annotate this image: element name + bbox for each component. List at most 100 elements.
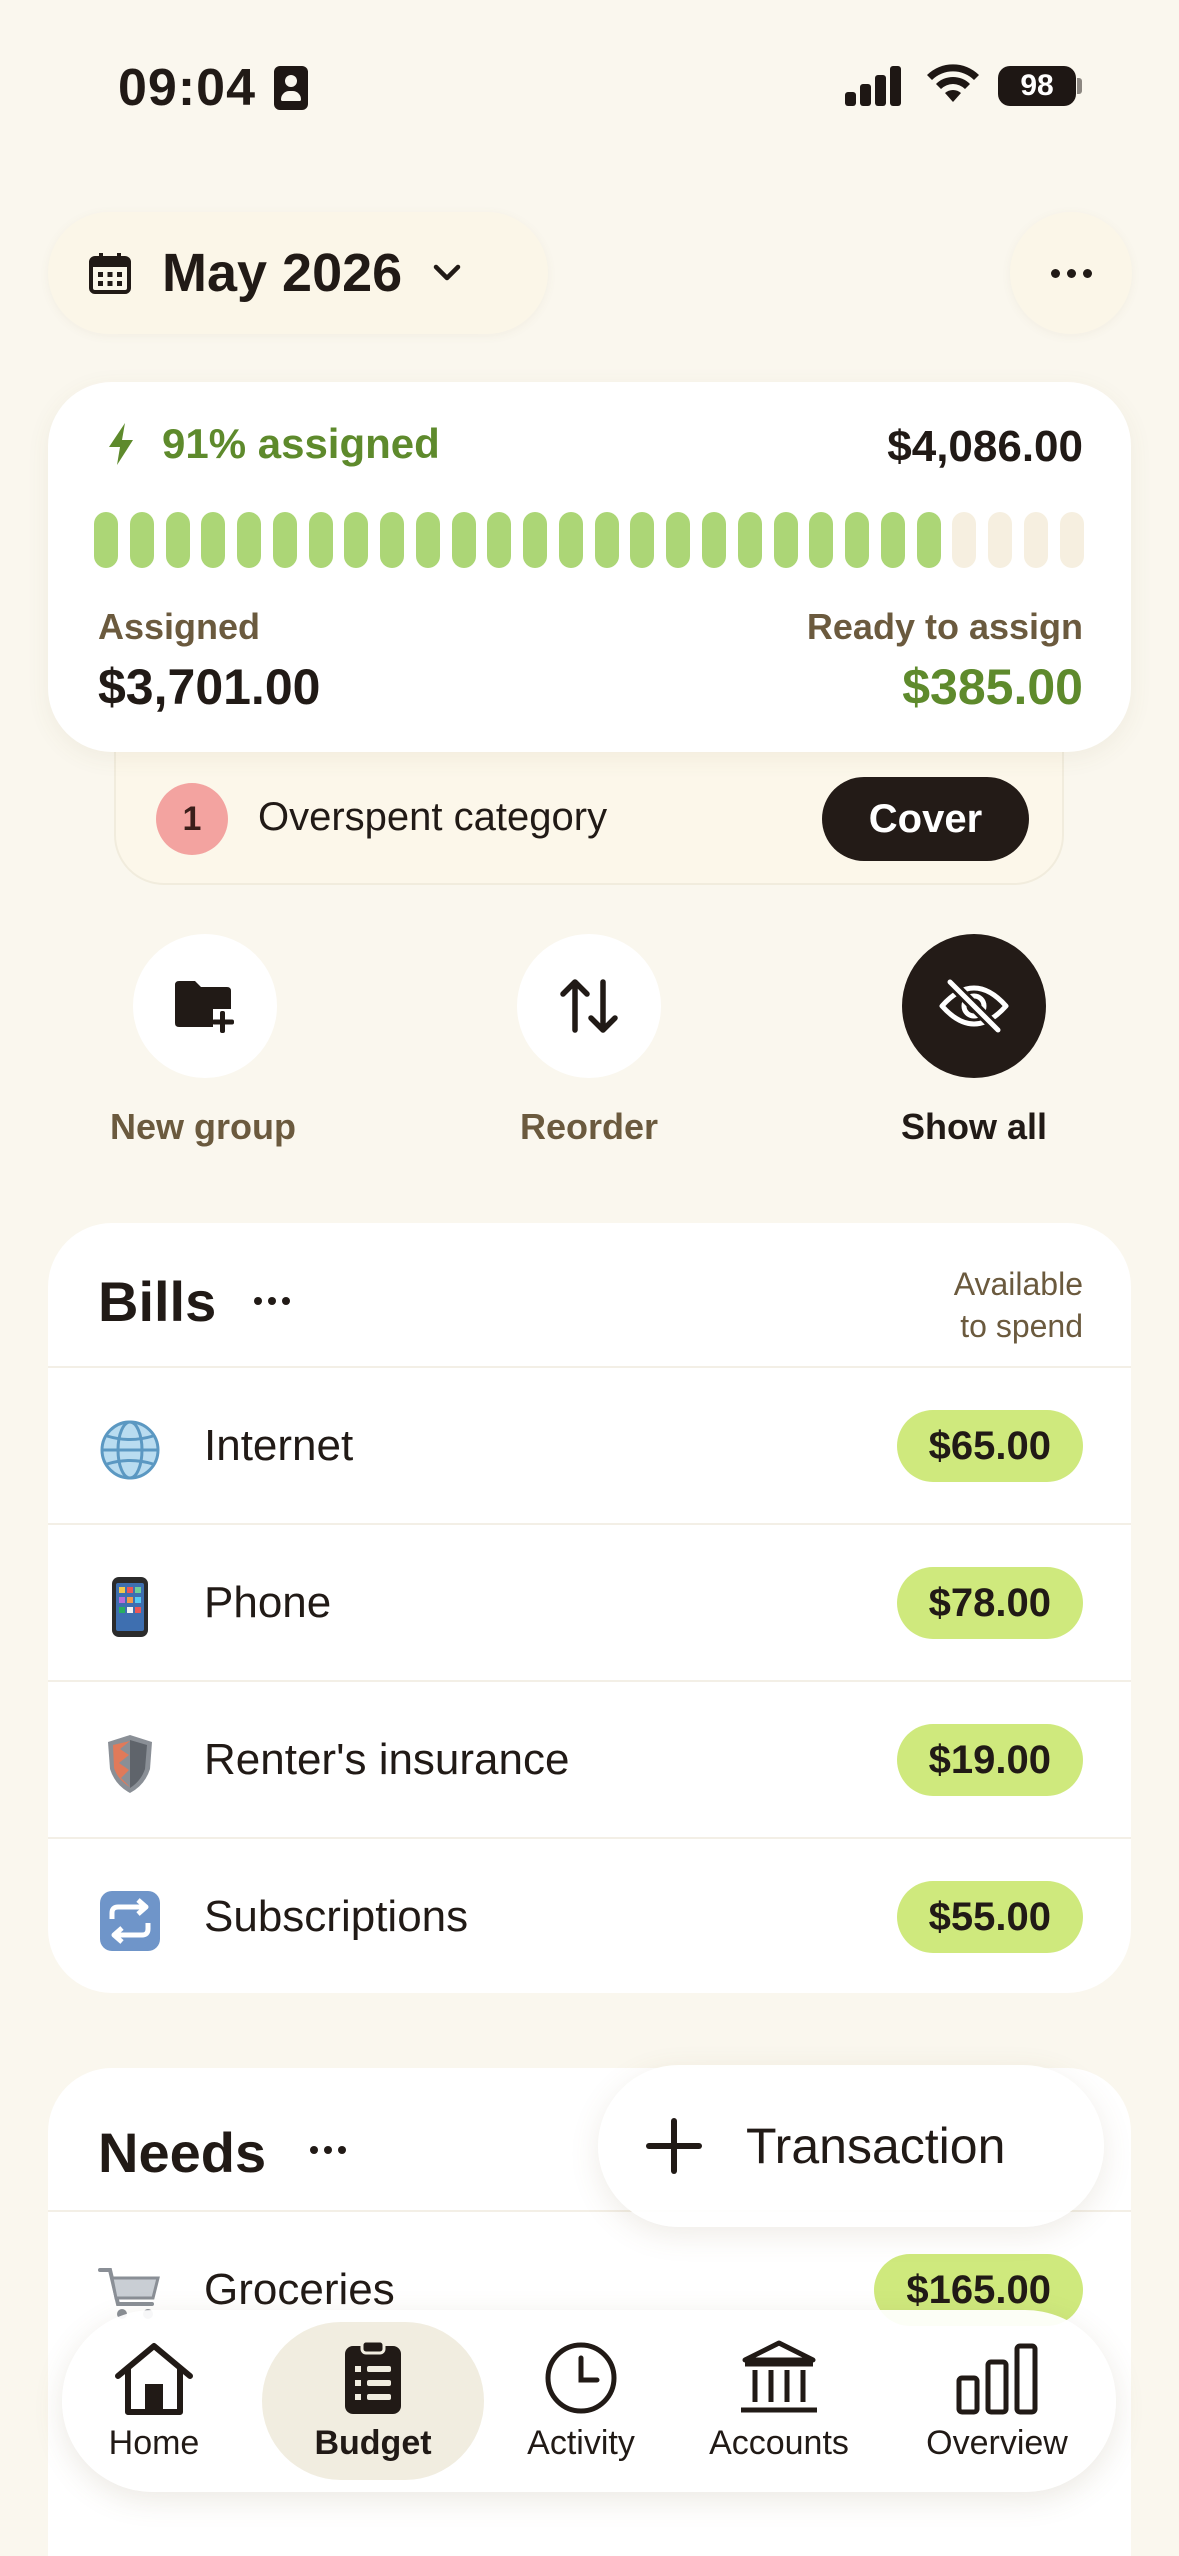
category-label: Internet — [204, 1421, 354, 1470]
signal-icon — [845, 64, 903, 106]
ready-to-assign-value: $385.00 — [902, 659, 1083, 715]
category-row-phone[interactable]: Phone $78.00 — [48, 1523, 1131, 1680]
bills-group-card: Bills Available to spend Internet $65.00 — [48, 1223, 1131, 1993]
category-label: Renter's insurance — [204, 1735, 570, 1784]
month-title: May 2026 — [162, 243, 403, 303]
progress-segment — [523, 512, 548, 568]
progress-segment — [558, 512, 583, 568]
more-icon — [1050, 268, 1060, 278]
ready-to-assign-label: Ready to assign — [806, 606, 1083, 647]
category-label: Groceries — [204, 2265, 395, 2314]
tab-home[interactable]: Home — [72, 2310, 236, 2492]
repeat-icon — [98, 1889, 162, 1953]
clipboard-icon — [345, 2340, 401, 2414]
progress-segment — [737, 512, 762, 568]
cover-button[interactable]: Cover — [822, 777, 1029, 861]
assigned-percentage: 91% assigned — [106, 420, 440, 468]
overspent-text: Overspent category — [258, 795, 608, 839]
assigned-label: Assigned — [98, 606, 261, 647]
overspent-count-badge: 1 — [156, 783, 228, 855]
tab-label: Overview — [926, 2424, 1068, 2462]
bills-more-icon[interactable] — [254, 1297, 290, 1305]
progress-segment — [415, 512, 440, 568]
bolt-icon — [109, 423, 133, 465]
progress-segment — [880, 512, 905, 568]
available-to-spend-header: Available to spend — [954, 1263, 1083, 1347]
progress-segment — [809, 512, 834, 568]
progress-segment — [380, 512, 405, 568]
add-transaction-button[interactable]: Transaction — [598, 2065, 1104, 2227]
tab-overview[interactable]: Overview — [888, 2310, 1106, 2492]
progress-segment — [201, 512, 226, 568]
chevron-down-icon — [433, 264, 461, 281]
category-row-renters-insurance[interactable]: Renter's insurance $19.00 — [48, 1680, 1131, 1837]
category-label: Subscriptions — [204, 1892, 469, 1941]
progress-segment — [451, 512, 476, 568]
status-time: 09:04 — [118, 59, 256, 117]
clock-icon — [545, 2342, 617, 2414]
month-selector[interactable]: May 2026 — [48, 212, 548, 334]
battery-nub — [1077, 78, 1082, 94]
tab-label: Budget — [314, 2424, 432, 2462]
progress-segment — [594, 512, 619, 568]
show-all-button[interactable] — [902, 934, 1046, 1078]
reorder-label: Reorder — [519, 1106, 659, 1147]
progress-segment — [129, 512, 154, 568]
new-group-label: New group — [110, 1106, 296, 1147]
progress-segment — [773, 512, 798, 568]
progress-segment — [845, 512, 870, 568]
available-amount[interactable]: $55.00 — [896, 1881, 1083, 1953]
battery-icon: 98 — [998, 66, 1076, 106]
tab-accounts[interactable]: Accounts — [674, 2310, 884, 2492]
shield-icon — [98, 1732, 162, 1796]
progress-segment — [988, 512, 1013, 568]
progress-segment — [630, 512, 655, 568]
globe-icon — [98, 1418, 162, 1482]
show-all-label: Show all — [900, 1106, 1048, 1147]
phone-icon — [98, 1575, 162, 1639]
tab-activity[interactable]: Activity — [488, 2310, 674, 2492]
category-row-internet[interactable]: Internet $65.00 — [48, 1366, 1131, 1523]
category-label: Phone — [204, 1578, 332, 1627]
progress-segment — [237, 512, 262, 568]
folder-plus-icon — [175, 981, 234, 1033]
tab-budget[interactable]: Budget — [262, 2322, 484, 2480]
sort-arrows-icon — [560, 979, 618, 1033]
progress-segment — [1023, 512, 1048, 568]
available-amount[interactable]: $78.00 — [896, 1567, 1083, 1639]
calendar-icon — [89, 253, 131, 294]
category-row-subscriptions[interactable]: Subscriptions $55.00 — [48, 1837, 1131, 1994]
progress-segment — [94, 512, 118, 568]
home-icon — [115, 2343, 193, 2415]
progress-segment — [702, 512, 727, 568]
plus-icon — [646, 2118, 702, 2174]
progress-segment — [308, 512, 333, 568]
id-card-icon — [274, 66, 308, 110]
tab-bar: Home Budget Activity Accounts Overview — [62, 2310, 1116, 2492]
available-amount[interactable]: $19.00 — [896, 1724, 1083, 1796]
bills-title: Bills — [98, 1270, 217, 1333]
progress-segment — [272, 512, 297, 568]
progress-segment — [1059, 512, 1084, 568]
progress-segment — [487, 512, 512, 568]
progress-segment — [344, 512, 369, 568]
bar-chart-icon — [956, 2343, 1038, 2415]
needs-title: Needs — [98, 2121, 267, 2184]
progress-segment — [952, 512, 977, 568]
tab-label: Activity — [527, 2424, 635, 2462]
assignment-summary-card: 91% assigned $4,086.00 Assigned $3,701.0… — [48, 382, 1131, 752]
available-amount[interactable]: $65.00 — [896, 1410, 1083, 1482]
reorder-button[interactable] — [517, 934, 661, 1078]
progress-segment — [666, 512, 691, 568]
add-transaction-label: Transaction — [746, 2118, 1006, 2174]
assigned-percentage-label: 91% assigned — [162, 420, 440, 467]
assigned-value: $3,701.00 — [98, 659, 321, 715]
needs-more-icon[interactable] — [310, 2146, 346, 2154]
total-budget: $4,086.00 — [887, 422, 1083, 471]
tab-label: Accounts — [709, 2424, 849, 2462]
more-button[interactable] — [1010, 212, 1132, 334]
progress-segment — [916, 512, 941, 568]
available-line-1: Available — [953, 1266, 1083, 1302]
available-line-2: to spend — [960, 1308, 1083, 1344]
new-group-button[interactable] — [133, 934, 277, 1078]
